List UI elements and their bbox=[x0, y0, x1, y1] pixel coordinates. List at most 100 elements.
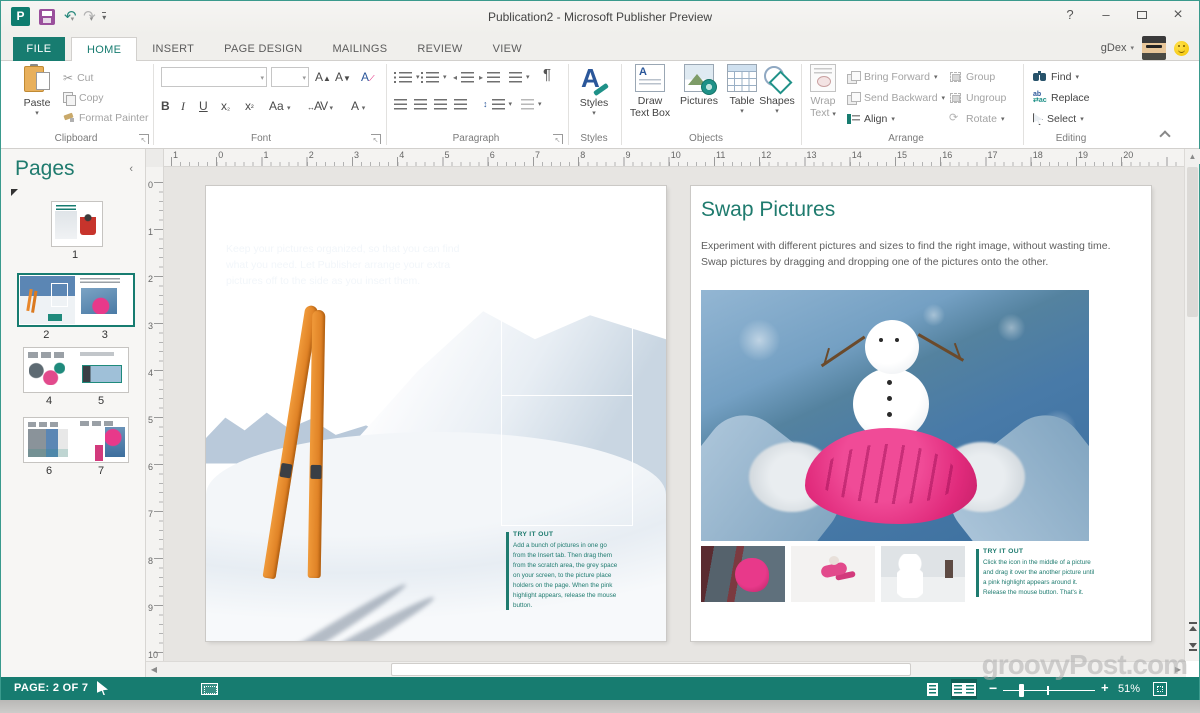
align-center-button[interactable] bbox=[414, 95, 427, 113]
account-name[interactable]: gDex bbox=[1101, 42, 1127, 54]
minimize-button[interactable]: – bbox=[1093, 5, 1119, 25]
paste-button[interactable]: Paste ▾ bbox=[15, 64, 59, 117]
scroll-right-icon[interactable]: ▶ bbox=[1170, 662, 1186, 677]
numbering-button[interactable]: ▾ bbox=[421, 68, 447, 86]
two-page-spread-button[interactable] bbox=[951, 679, 977, 699]
left-page-heading[interactable]: Insert Pictures bbox=[226, 202, 360, 226]
tab-home[interactable]: HOME bbox=[71, 37, 137, 61]
font-size-combo[interactable]: ▾ bbox=[271, 67, 309, 87]
styles-button[interactable]: A Styles ▾ bbox=[571, 64, 617, 117]
vertical-ruler[interactable]: 012345678910 bbox=[146, 167, 164, 661]
page-3[interactable]: Swap Pictures Experiment with different … bbox=[691, 186, 1151, 641]
right-page-heading[interactable]: Swap Pictures bbox=[701, 198, 835, 222]
clipboard-dialog-launcher[interactable]: ↘ bbox=[139, 134, 149, 144]
format-painter-button[interactable]: Format Painter bbox=[63, 109, 148, 127]
next-page-button[interactable] bbox=[1186, 641, 1199, 655]
page-thumbnail-4-5[interactable] bbox=[23, 347, 129, 393]
tab-page-design[interactable]: PAGE DESIGN bbox=[209, 37, 317, 61]
italic-button[interactable]: I bbox=[181, 97, 185, 115]
paragraph-dialog-launcher[interactable]: ↘ bbox=[553, 134, 563, 144]
send-backward-button[interactable]: Send Backward▾ bbox=[847, 89, 945, 107]
single-page-view-button[interactable] bbox=[919, 679, 945, 699]
cut-button[interactable]: ✂Cut bbox=[63, 69, 93, 87]
photo-thumb-snowman[interactable] bbox=[881, 546, 965, 602]
character-spacing-button[interactable]: ↔AV ▾ bbox=[307, 97, 332, 115]
horizontal-scrollbar[interactable]: ◀ ▶ bbox=[146, 661, 1186, 677]
shapes-button[interactable]: Shapes ▾ bbox=[757, 64, 797, 115]
close-button[interactable]: × bbox=[1165, 5, 1191, 25]
rotate-button[interactable]: Rotate▾ bbox=[949, 110, 1004, 128]
object-size-icon[interactable] bbox=[201, 683, 218, 695]
tab-view[interactable]: VIEW bbox=[478, 37, 537, 61]
shrink-font-button[interactable]: A▼ bbox=[335, 68, 351, 86]
page-thumbnail-2-3[interactable] bbox=[17, 273, 135, 327]
photo-thumb-child[interactable] bbox=[701, 546, 785, 602]
align-left-button[interactable] bbox=[394, 95, 407, 113]
fit-page-icon[interactable] bbox=[1153, 682, 1167, 696]
tab-mailings[interactable]: MAILINGS bbox=[317, 37, 402, 61]
paragraph-format-button[interactable]: ▾ bbox=[521, 95, 542, 113]
panel-collapse-icon[interactable]: ‹ bbox=[129, 163, 133, 175]
special-characters-button[interactable]: ¶ bbox=[543, 65, 551, 83]
tab-file[interactable]: FILE bbox=[13, 37, 65, 61]
snowman-photo[interactable] bbox=[701, 290, 1089, 541]
font-dialog-launcher[interactable]: ↘ bbox=[371, 134, 381, 144]
select-button[interactable]: Select▾ bbox=[1033, 110, 1084, 128]
copy-button[interactable]: Copy bbox=[63, 89, 104, 107]
subscript-button[interactable]: x₂ bbox=[221, 97, 230, 115]
wrap-text-button[interactable]: WrapText ▾ bbox=[805, 64, 841, 121]
table-button[interactable]: Table ▾ bbox=[725, 64, 759, 115]
vertical-scroll-thumb[interactable] bbox=[1187, 167, 1198, 317]
zoom-out-button[interactable]: − bbox=[989, 680, 997, 696]
zoom-in-button[interactable]: + bbox=[1101, 680, 1109, 695]
bullets-button[interactable]: ▾ bbox=[394, 68, 420, 86]
scroll-up-icon[interactable]: ▲ bbox=[1185, 149, 1200, 164]
replace-button[interactable]: ab⇄acReplace bbox=[1033, 89, 1090, 107]
line-spacing-button[interactable]: ↕▾ bbox=[483, 95, 512, 113]
help-button[interactable]: ? bbox=[1057, 5, 1083, 25]
photo-thumb-snow-angel[interactable] bbox=[791, 546, 875, 602]
previous-page-button[interactable] bbox=[1186, 621, 1199, 635]
collapse-ribbon-icon[interactable] bbox=[1159, 130, 1170, 141]
vertical-scrollbar[interactable]: ▲ bbox=[1184, 149, 1199, 661]
bold-button[interactable]: B bbox=[161, 97, 170, 115]
grow-font-button[interactable]: A▲ bbox=[315, 68, 331, 86]
underline-button[interactable]: U bbox=[199, 97, 208, 115]
panel-section-icon[interactable] bbox=[11, 189, 18, 196]
horizontal-ruler[interactable]: 101234567891011121314151617181920 bbox=[146, 149, 1186, 167]
align-button[interactable]: Align▾ bbox=[847, 110, 895, 128]
font-name-combo[interactable]: ▾ bbox=[161, 67, 267, 87]
group-button[interactable]: Group bbox=[949, 68, 995, 86]
columns-button[interactable]: ▾ bbox=[509, 68, 530, 86]
account-caret-icon[interactable]: ▾ bbox=[1130, 44, 1134, 52]
page-thumbnail-1[interactable] bbox=[51, 201, 103, 247]
right-page-body[interactable]: Experiment with different pictures and s… bbox=[701, 238, 1139, 271]
left-page-body[interactable]: Keep your pictures organized, so that yo… bbox=[226, 242, 484, 289]
change-case-button[interactable]: Aa ▾ bbox=[269, 97, 291, 115]
find-button[interactable]: Find▾ bbox=[1033, 68, 1079, 86]
right-tryit-box[interactable]: TRY IT OUT Click the icon in the middle … bbox=[983, 548, 1095, 598]
font-size-dropdown-icon[interactable]: ▾ bbox=[302, 74, 306, 82]
font-name-dropdown-icon[interactable]: ▾ bbox=[260, 74, 264, 82]
publication-canvas[interactable]: Insert Pictures Keep your pictures organ… bbox=[164, 167, 1186, 661]
horizontal-scroll-thumb[interactable] bbox=[391, 663, 911, 676]
zoom-slider-thumb[interactable] bbox=[1019, 684, 1024, 697]
bring-forward-button[interactable]: Bring Forward▾ bbox=[847, 68, 937, 86]
page-thumbnail-6-7[interactable] bbox=[23, 417, 129, 463]
left-tryit-box[interactable]: TRY IT OUT Add a bunch of pictures in on… bbox=[513, 531, 619, 611]
tab-insert[interactable]: INSERT bbox=[137, 37, 209, 61]
pictures-button[interactable]: Pictures bbox=[675, 64, 723, 107]
zoom-level[interactable]: 51% bbox=[1118, 683, 1140, 695]
decrease-indent-button[interactable]: ◂ bbox=[453, 68, 474, 86]
scroll-left-icon[interactable]: ◀ bbox=[146, 662, 162, 677]
justify-button[interactable] bbox=[454, 95, 467, 113]
tab-review[interactable]: REVIEW bbox=[402, 37, 477, 61]
align-right-button[interactable] bbox=[434, 95, 447, 113]
draw-text-box-button[interactable]: DrawText Box bbox=[627, 64, 673, 119]
picture-placeholder-1[interactable] bbox=[501, 264, 633, 396]
clear-formatting-button[interactable]: A⟋ bbox=[361, 68, 375, 86]
increase-indent-button[interactable]: ▸ bbox=[479, 68, 500, 86]
page-indicator[interactable]: PAGE: 2 OF 7 bbox=[14, 682, 88, 694]
avatar[interactable] bbox=[1142, 36, 1166, 60]
picture-placeholder-2[interactable] bbox=[501, 395, 633, 526]
